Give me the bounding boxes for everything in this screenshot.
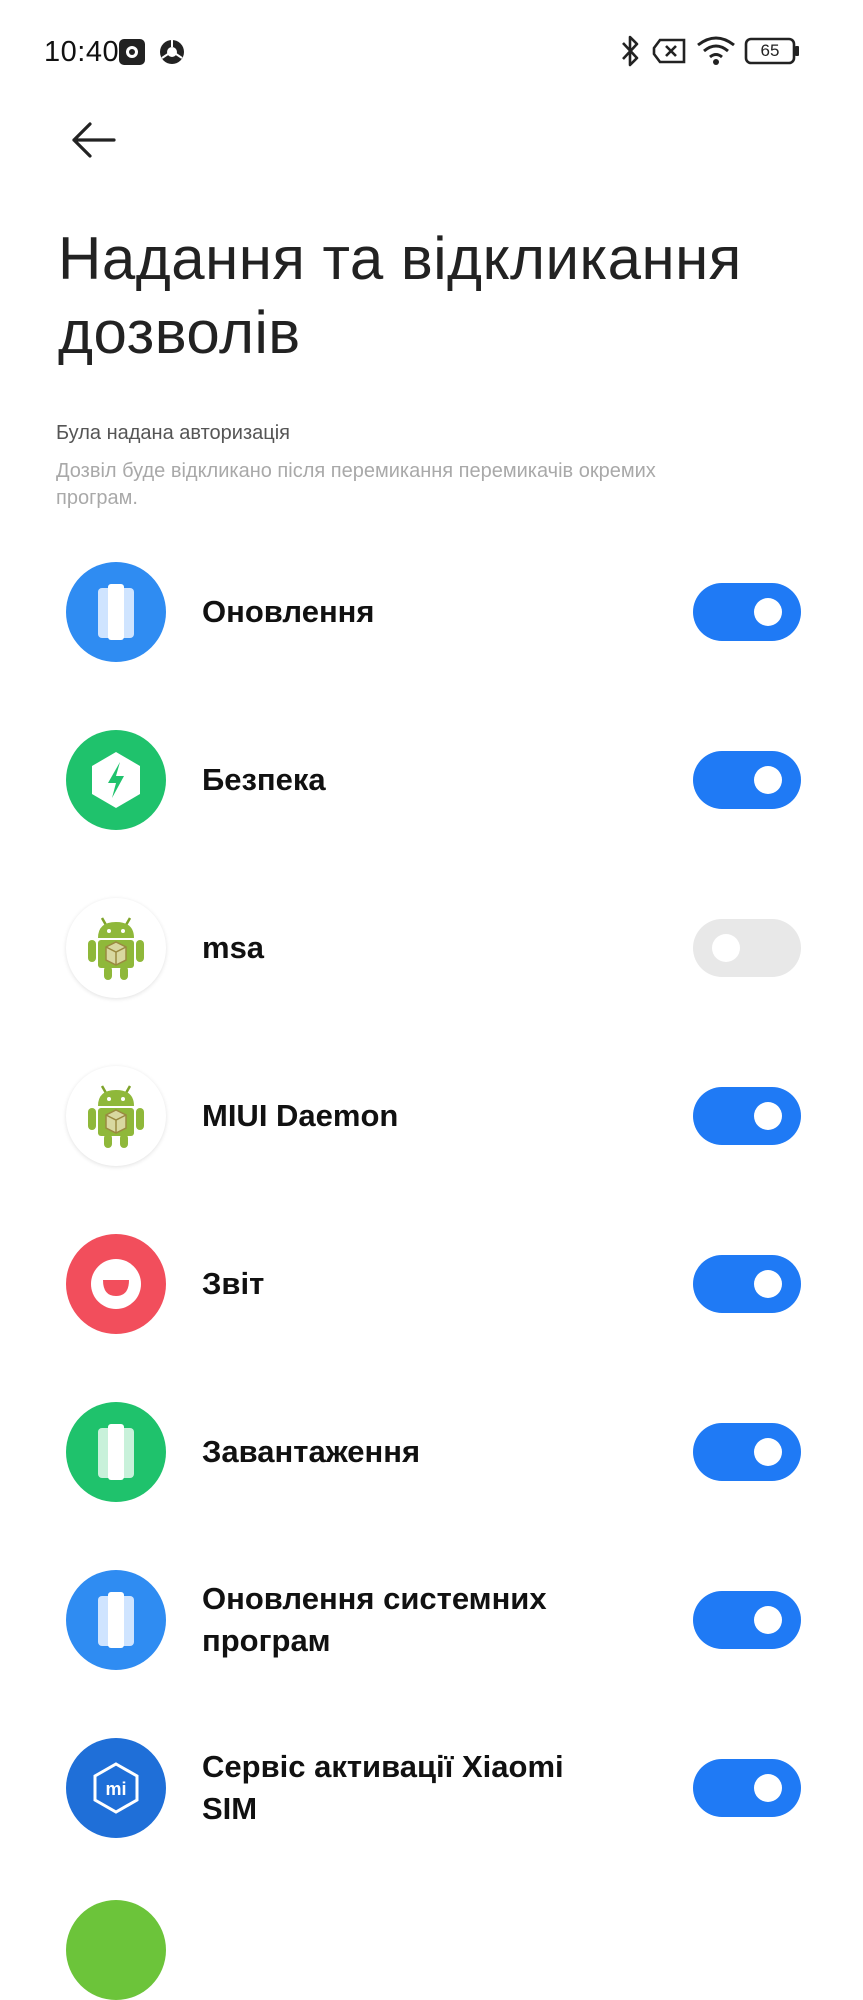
- system-updater-icon: [66, 1570, 166, 1670]
- page-title: Надання та відкликання дозволів: [58, 222, 838, 370]
- back-arrow-icon: [72, 122, 116, 158]
- app-name: Сервіс активації Xiaomi SIM: [202, 1746, 622, 1830]
- wifi-icon: [697, 36, 735, 65]
- section-description-line2: програм.: [56, 487, 138, 509]
- app-row-miui-daemon[interactable]: MIUI Daemon: [0, 1062, 863, 1172]
- app-name: msa: [202, 930, 265, 965]
- toggle-knob: [754, 598, 782, 626]
- app-row-updater[interactable]: Оновлення: [0, 558, 863, 668]
- android-icon: [66, 898, 166, 998]
- app-name: Завантаження: [202, 1434, 421, 1469]
- toggle-knob: [754, 1606, 782, 1634]
- toggle-knob: [754, 1438, 782, 1466]
- permission-toggle[interactable]: [693, 1087, 801, 1145]
- feedback-icon: [66, 1234, 166, 1334]
- app-row-feedback[interactable]: Звіт: [0, 1230, 863, 1340]
- app-name-line1: Сервіс активації Xiaomi: [202, 1749, 564, 1784]
- app-name: Безпека: [202, 762, 326, 797]
- app-row-downloads[interactable]: Завантаження: [0, 1398, 863, 1508]
- toggle-knob: [754, 1102, 782, 1130]
- section-description-line1: Дозвіл буде відкликано після перемикання…: [56, 460, 656, 482]
- app-row-system-apps-updater[interactable]: Оновлення системних програм: [0, 1566, 863, 1676]
- status-bar: 10:40 65: [0, 0, 863, 100]
- permission-toggle[interactable]: [693, 1255, 801, 1313]
- xiaomi-sim-icon: mi: [66, 1738, 166, 1838]
- app-name: Оновлення: [202, 594, 375, 629]
- toggle-knob: [754, 1270, 782, 1298]
- permission-toggle[interactable]: [693, 1591, 801, 1649]
- status-time: 10:40: [44, 36, 120, 68]
- permission-toggle[interactable]: [693, 583, 801, 641]
- permission-toggle[interactable]: [693, 751, 801, 809]
- app-name-line2: SIM: [202, 1791, 258, 1826]
- updater-icon: [66, 562, 166, 662]
- no-sim-icon: [652, 38, 686, 64]
- app-name-line2: програм: [202, 1623, 331, 1658]
- bluetooth-icon: [622, 35, 639, 67]
- battery-level: 65: [760, 41, 780, 60]
- section-description: Дозвіл буде відкликано після перемикання…: [56, 458, 776, 512]
- toggle-knob: [754, 766, 782, 794]
- app-name: MIUI Daemon: [202, 1098, 399, 1133]
- security-icon: [66, 730, 166, 830]
- permission-toggle[interactable]: [693, 1423, 801, 1481]
- toggle-knob: [712, 934, 740, 962]
- screen-record-icon: [119, 39, 145, 65]
- svg-text:mi: mi: [105, 1779, 126, 1799]
- permission-toggle[interactable]: [693, 1759, 801, 1817]
- back-button[interactable]: [58, 112, 128, 172]
- page-title-line2: дозволів: [58, 299, 301, 366]
- app-name: Звіт: [202, 1266, 265, 1301]
- app-row-security[interactable]: Безпека: [0, 726, 863, 836]
- chrome-icon: [160, 40, 184, 64]
- app-icon-partial: [66, 1900, 166, 2000]
- page-title-line1: Надання та відкликання: [58, 225, 742, 292]
- android-icon: [66, 1066, 166, 1166]
- downloads-icon: [66, 1402, 166, 1502]
- toggle-knob: [754, 1774, 782, 1802]
- app-row-xiaomi-sim-activation[interactable]: mi Сервіс активації Xiaomi SIM: [0, 1734, 863, 1844]
- app-name-line1: Оновлення системних: [202, 1581, 547, 1616]
- permission-toggle[interactable]: [693, 919, 801, 977]
- app-name: Оновлення системних програм: [202, 1578, 622, 1662]
- section-header: Була надана авторизація: [56, 422, 290, 444]
- app-row-msa[interactable]: msa: [0, 894, 863, 1004]
